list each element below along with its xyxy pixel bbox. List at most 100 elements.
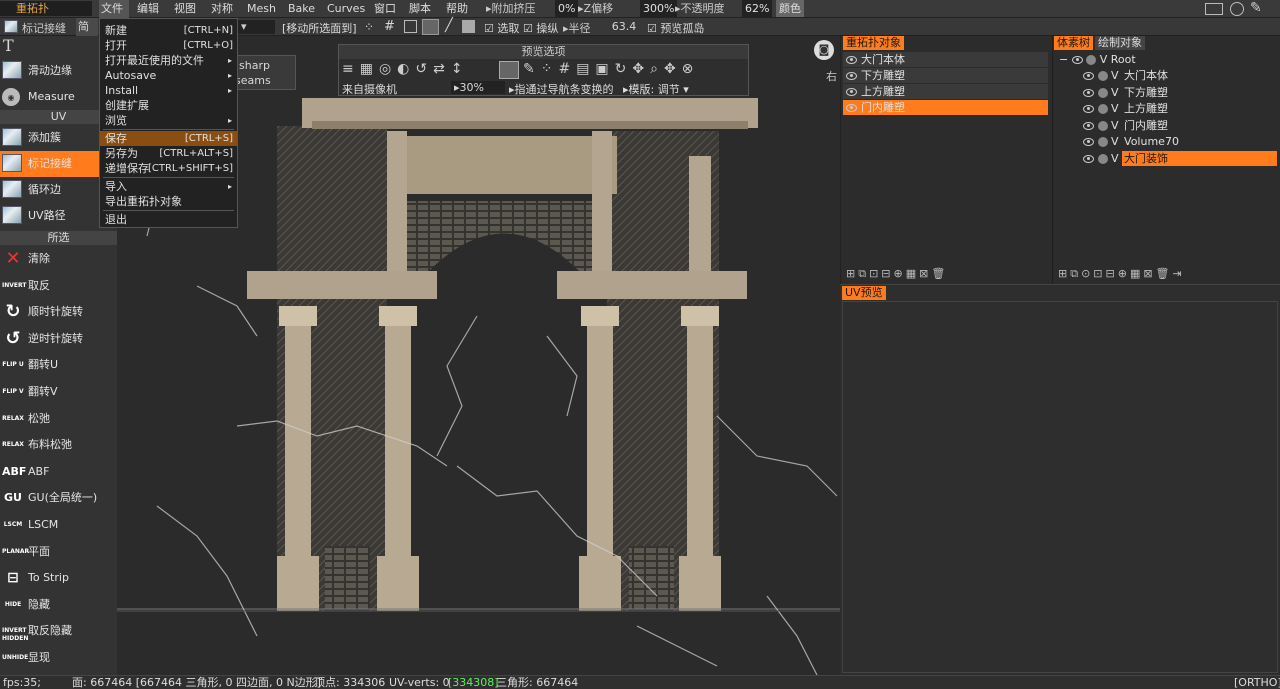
ghost-icon[interactable] bbox=[1097, 120, 1108, 131]
selection-tool[interactable]: ↻ 顺时针旋转 bbox=[0, 299, 117, 325]
eye-icon[interactable] bbox=[846, 104, 857, 112]
volume-mode-icon[interactable]: V bbox=[1111, 69, 1119, 82]
menu-mesh[interactable]: Mesh bbox=[247, 0, 276, 18]
file-menu-item[interactable]: 打开最近使用的文件 ▸ bbox=[100, 53, 237, 68]
retopo-object-row[interactable]: 大门本体 bbox=[843, 52, 1048, 67]
file-menu-item[interactable]: 保存 [CTRL+S] bbox=[100, 131, 237, 146]
menu-bake[interactable]: Bake bbox=[288, 0, 315, 18]
selection-tool[interactable]: FLIP V 翻转V bbox=[0, 379, 117, 405]
voxel-object-row[interactable]: V 下方雕塑 bbox=[1083, 85, 1279, 100]
selection-tool[interactable]: ↺ 逆时针旋转 bbox=[0, 326, 117, 352]
eye-icon[interactable] bbox=[1083, 155, 1094, 163]
grid-icon[interactable]: # bbox=[384, 19, 395, 34]
eye-icon[interactable] bbox=[846, 56, 857, 64]
selection-tool[interactable]: FLIP U 翻转U bbox=[0, 352, 117, 378]
retopo-object-row[interactable]: 门内雕塑 bbox=[843, 100, 1048, 115]
eye-icon[interactable] bbox=[1083, 105, 1094, 114]
selection-tool[interactable]: HIDE 隐藏 bbox=[0, 592, 117, 618]
pen-icon[interactable]: ╱ bbox=[445, 18, 453, 33]
uv-preview-tab[interactable]: UV预览 bbox=[842, 286, 886, 300]
menu-help[interactable]: 帮助 bbox=[446, 0, 468, 18]
brush-icon[interactable]: ✎ bbox=[1250, 0, 1262, 16]
selection-tool[interactable]: GU GU(全局统一) bbox=[0, 485, 117, 511]
file-menu-item[interactable]: 递增保存 [CTRL+SHIFT+S] bbox=[100, 161, 237, 176]
square-icon[interactable] bbox=[462, 20, 475, 33]
menu-symmetry[interactable]: 对称 bbox=[211, 0, 233, 18]
file-menu-item[interactable]: 浏览 ▸ bbox=[100, 113, 237, 128]
file-menu-item[interactable]: 退出 bbox=[100, 212, 237, 227]
selection-tool[interactable]: ✕ 清除 bbox=[0, 246, 117, 272]
volume-mode-icon[interactable]: V bbox=[1111, 102, 1119, 115]
ghost-icon[interactable] bbox=[1097, 154, 1108, 164]
volume-mode-icon[interactable]: V bbox=[1111, 119, 1119, 132]
volume-mode-icon[interactable]: V bbox=[1111, 86, 1119, 99]
camera-icon[interactable]: ◙ bbox=[814, 40, 834, 60]
retopo-footer-icons[interactable]: ⊞⧉⊡⊟⊕▦⊠🗑 bbox=[846, 267, 948, 281]
selection-tool[interactable]: UNHIDE 显现 bbox=[0, 645, 117, 671]
file-menu-item[interactable]: 新建 [CTRL+N] bbox=[100, 23, 237, 38]
move-target-dropdown[interactable]: ▾ bbox=[238, 20, 275, 34]
z-offset-value[interactable]: 300% bbox=[640, 0, 678, 18]
template-label[interactable]: ▸模版: 调节 ▾ bbox=[623, 81, 689, 97]
menu-script[interactable]: 脚本 bbox=[409, 0, 431, 18]
opacity-value[interactable]: 62% bbox=[742, 0, 773, 18]
preview-island-checkbox[interactable]: ☑ 预览孤岛 bbox=[647, 20, 704, 36]
voxel-object-row[interactable]: V 门内雕塑 bbox=[1083, 118, 1279, 133]
eye-icon[interactable] bbox=[1083, 138, 1094, 147]
dots-icon[interactable]: ⁘ bbox=[364, 20, 374, 34]
file-menu-item[interactable]: Install ▸ bbox=[100, 83, 237, 98]
ghost-icon[interactable] bbox=[1097, 87, 1108, 98]
eye-icon[interactable] bbox=[1083, 88, 1094, 97]
ghost-icon[interactable] bbox=[1097, 137, 1108, 148]
selection-tool[interactable]: RELAX 布料松弛 bbox=[0, 432, 117, 458]
file-menu-item[interactable]: 导入 ▸ bbox=[100, 179, 237, 194]
window-icon[interactable] bbox=[1205, 3, 1223, 15]
menu-curves[interactable]: Curves bbox=[327, 0, 365, 18]
menu-file[interactable]: 文件 bbox=[99, 0, 129, 18]
select-checkbox[interactable]: ☑ 选取 bbox=[484, 20, 519, 36]
eye-icon[interactable] bbox=[1083, 121, 1094, 130]
menu-edit[interactable]: 编辑 bbox=[137, 0, 159, 18]
eye-icon[interactable] bbox=[846, 72, 857, 80]
simple-mode[interactable]: 简单 bbox=[76, 18, 98, 50]
voxel-object-row[interactable]: V 大门本体 bbox=[1083, 68, 1279, 83]
file-menu-item[interactable]: 创建扩展 bbox=[100, 98, 237, 113]
ghost-icon[interactable] bbox=[1097, 104, 1108, 115]
voxel-footer-icons[interactable]: ⊞⧉⊙⊡⊟⊕▦⊠🗑⇥ bbox=[1058, 267, 1185, 281]
paint-objects-tab[interactable]: 绘制对象 bbox=[1095, 36, 1145, 50]
uv-preview-canvas[interactable] bbox=[842, 301, 1278, 673]
voxel-root[interactable]: − V Root bbox=[1059, 52, 1136, 67]
color-button[interactable]: 颜色 bbox=[776, 0, 804, 18]
volume-mode-icon[interactable]: V bbox=[1111, 152, 1119, 165]
selection-tool[interactable]: LSCM LSCM bbox=[0, 512, 117, 538]
ghost-icon[interactable] bbox=[1097, 71, 1108, 81]
grid-view-icon[interactable] bbox=[404, 20, 417, 33]
retopo-object-row[interactable]: 上方雕塑 bbox=[843, 84, 1048, 99]
file-menu-item[interactable]: 导出重拓扑对象 bbox=[100, 194, 237, 209]
retopo-tab[interactable]: 重拓扑对象 bbox=[843, 36, 904, 50]
additive-extrude-value[interactable]: 0% bbox=[555, 0, 579, 18]
preview-percent[interactable]: ▸30% bbox=[451, 81, 505, 94]
selection-tool[interactable]: PLANAR 平面 bbox=[0, 539, 117, 565]
selection-tool[interactable]: ⊟ To Strip bbox=[0, 565, 117, 591]
selection-tool[interactable]: INVERT 取反 bbox=[0, 273, 117, 299]
menu-view[interactable]: 视图 bbox=[174, 0, 196, 18]
file-menu-item[interactable]: Autosave ▸ bbox=[100, 68, 237, 83]
eye-icon[interactable] bbox=[1083, 72, 1094, 80]
text-tool-icon[interactable]: T bbox=[3, 36, 14, 55]
guide-label[interactable]: ▸指通过导航条变换的 bbox=[509, 81, 614, 97]
preview-icon-row-right[interactable]: ✎⁘#▤▣↻✥⌕✥⊗ bbox=[523, 61, 699, 77]
volume-mode-icon[interactable]: V bbox=[1111, 135, 1119, 148]
voxel-object-row[interactable]: V 上方雕塑 bbox=[1083, 101, 1279, 116]
file-menu-item[interactable]: 另存为 [CTRL+ALT+S] bbox=[100, 146, 237, 161]
move-selected-to[interactable]: [移动所选面到] bbox=[282, 20, 357, 36]
preview-icon-row-left[interactable]: ≡▦◎◐↺⇄↕ bbox=[342, 61, 469, 77]
radius-value[interactable]: 63.4 bbox=[611, 20, 637, 33]
manipulate-checkbox[interactable]: ☑ 操纵 bbox=[523, 20, 558, 36]
file-menu-item[interactable]: 打开 [CTRL+O] bbox=[100, 38, 237, 53]
selection-section-header[interactable]: 所选 bbox=[0, 231, 117, 245]
sphere-icon[interactable] bbox=[1230, 2, 1244, 16]
voxel-tree-tab[interactable]: 体素树 bbox=[1054, 36, 1093, 50]
eye-icon[interactable] bbox=[846, 88, 857, 96]
selection-tool[interactable]: RELAX 松弛 bbox=[0, 406, 117, 432]
